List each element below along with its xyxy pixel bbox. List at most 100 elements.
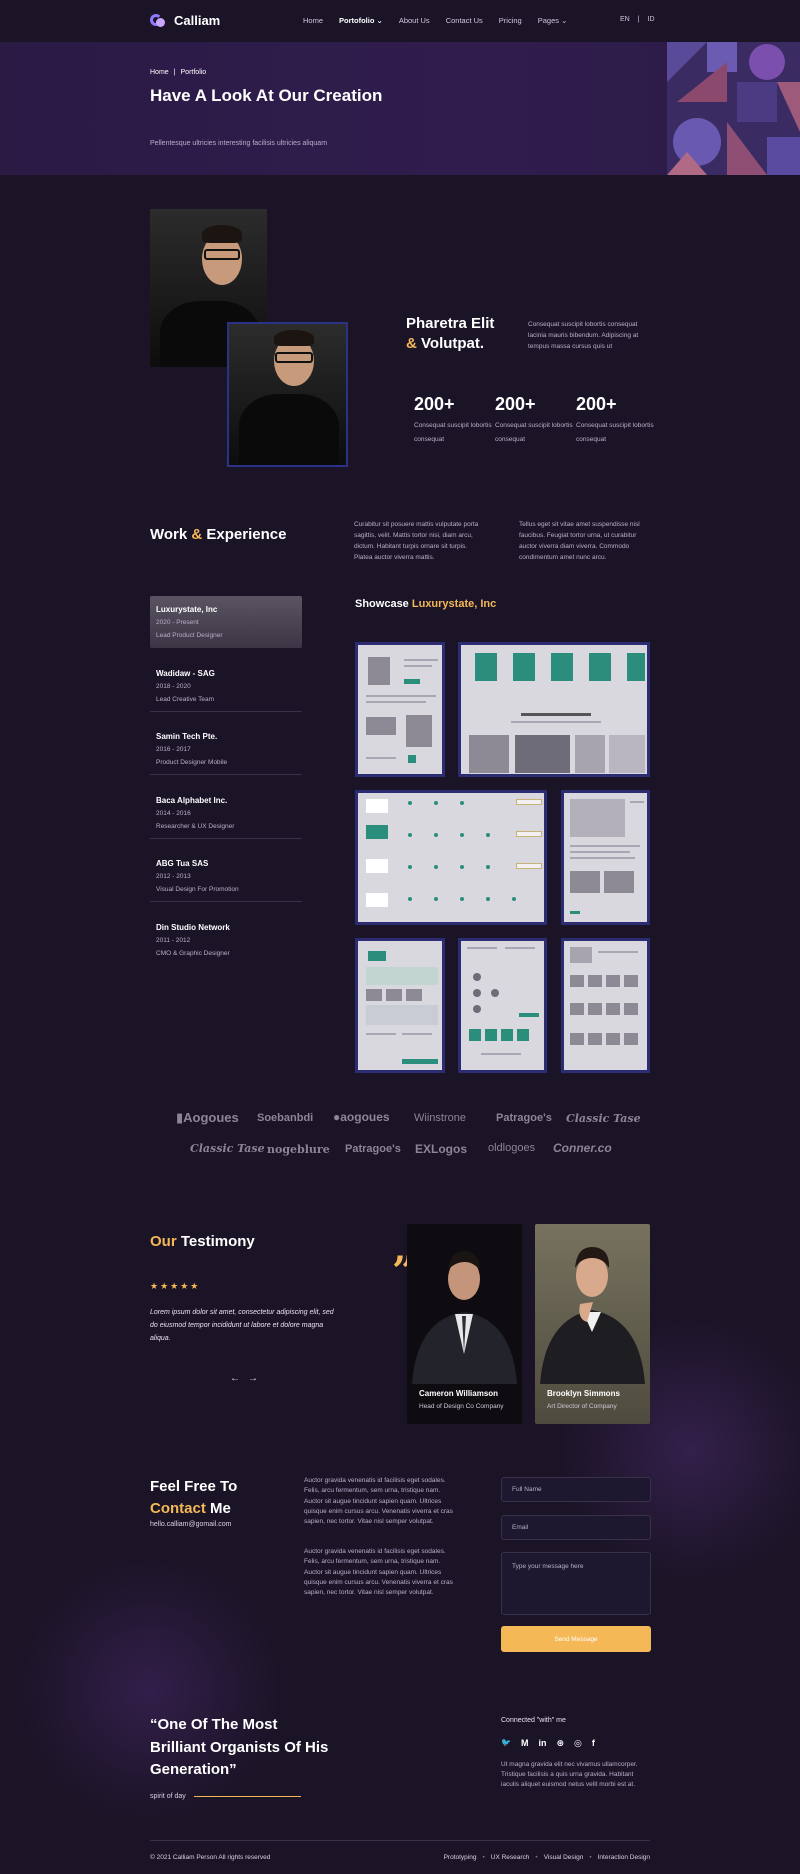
twitter-icon[interactable]: 🐦 (501, 1738, 511, 1749)
brand-logo-aogoues: ▮Aogoues (176, 1110, 239, 1125)
stat-2: 200+ Consequat suscipit lobortis consequ… (495, 394, 575, 447)
brand-logo-patragoes: Patragoe's (496, 1112, 552, 1124)
brand-logo-oldlogoes: oldlogoes (488, 1142, 536, 1154)
footer-link[interactable]: UX Research (491, 1854, 530, 1861)
brand-logo-soebanbdi: Soebanbdi (257, 1112, 314, 1124)
footer-link[interactable]: Prototyping (444, 1854, 477, 1861)
brand-logo-nogeblure: nogeblure (267, 1143, 330, 1156)
medium-icon[interactable]: M (521, 1738, 529, 1749)
nav-item-pages-label: Pages (537, 16, 560, 25)
quote-source: spirit of day (150, 1793, 301, 1800)
nav-item-pages[interactable]: Pages ⌄ (538, 16, 568, 25)
job-item[interactable]: Din Studio Network 2011 - 2012 CMO & Gra… (150, 914, 302, 966)
nav-item-home[interactable]: Home (303, 16, 323, 25)
top-nav: Calliam Home Portofolio ⌄ About Us Conta… (0, 0, 800, 42)
job-role: Product Designer Mobile (156, 759, 228, 766)
job-item[interactable]: Samin Tech Pte. 2016 - 2017 Product Desi… (150, 723, 302, 775)
nav-item-contact[interactable]: Contact Us (446, 16, 483, 25)
job-item[interactable]: Wadidaw - SAG 2018 - 2020 Lead Creative … (150, 660, 302, 712)
showcase-tile[interactable] (561, 938, 650, 1073)
job-years: 2011 - 2012 (156, 937, 191, 944)
testimony-card-2[interactable]: Brooklyn Simmons Art Director of Company (535, 1224, 650, 1424)
divider-line (193, 1796, 301, 1797)
hero-banner: Home | Portfolio Have A Look At Our Crea… (0, 42, 800, 175)
contact-email[interactable]: hello.calliam@gomail.com (150, 1521, 231, 1528)
lang-separator: | (637, 16, 640, 23)
person-photo (540, 1246, 645, 1384)
lang-id[interactable]: ID (648, 16, 655, 23)
showcase-company: Luxurystate, Inc (411, 598, 497, 610)
job-item[interactable]: Baca Alphabet Inc. 2014 - 2016 Researche… (150, 787, 302, 839)
contact-title-accent: Contact (150, 1500, 206, 1517)
job-company: ABG Tua SAS (156, 859, 209, 868)
geometric-pattern (667, 42, 800, 175)
brand-logo-wiinstrone: Wiinstrone (414, 1112, 466, 1124)
showcase-tile[interactable] (355, 642, 445, 777)
nav-item-portofolio-label: Portofolio (339, 16, 375, 25)
footer-links: Prototyping • UX Research • Visual Desig… (444, 1854, 650, 1861)
footer-link[interactable]: Visual Design (544, 1854, 584, 1861)
contact-title-2: Me (210, 1500, 231, 1517)
work-paragraph-2: Tellus eget sit vitae amet suspendisse n… (519, 521, 640, 561)
showcase-tile[interactable] (458, 938, 547, 1073)
chevron-down-icon: ⌄ (376, 16, 383, 25)
send-message-button[interactable]: Send Message (501, 1626, 651, 1652)
arrow-left-icon[interactable]: ← (230, 1373, 240, 1384)
job-role: Researcher & UX Designer (156, 823, 235, 830)
person-name: Brooklyn Simmons (547, 1389, 620, 1398)
testimony-quote: Lorem ipsum dolor sit amet, consectetur … (150, 1309, 334, 1342)
job-item[interactable]: ABG Tua SAS 2012 - 2013 Visual Design Fo… (150, 850, 302, 902)
nav-item-about[interactable]: About Us (399, 16, 430, 25)
job-role: CMO & Graphic Designer (156, 950, 230, 957)
job-company: Luxurystate, Inc (156, 605, 218, 614)
showcase-tile[interactable] (458, 642, 650, 777)
job-years: 2012 - 2013 (156, 873, 191, 880)
facebook-icon[interactable]: f (592, 1738, 595, 1749)
showcase-tile[interactable] (355, 938, 445, 1073)
showcase-tile[interactable] (561, 790, 650, 925)
stat-3: 200+ Consequat suscipit lobortis consequ… (576, 394, 656, 447)
testimony-title-2: Testimony (180, 1233, 255, 1250)
job-item[interactable]: Luxurystate, Inc 2020 - Present Lead Pro… (150, 596, 302, 648)
job-company: Din Studio Network (156, 923, 230, 932)
showcase-title: Showcase Luxurystate, Inc (355, 598, 496, 610)
stat-number: 200+ (495, 394, 536, 414)
nav-item-portofolio[interactable]: Portofolio ⌄ (339, 16, 383, 25)
footer-separator: • (589, 1854, 592, 1861)
contact-paragraph-1: Auctor gravida venenatis id facilisis eg… (304, 1477, 453, 1526)
work-paragraph-1: Curabitur sit posuere mattis vulputate p… (354, 521, 479, 561)
job-company: Baca Alphabet Inc. (156, 796, 228, 805)
linkedin-icon[interactable]: in (538, 1738, 546, 1749)
contact-title: Feel Free To Contact Me (150, 1476, 237, 1520)
nav-item-pricing[interactable]: Pricing (499, 16, 522, 25)
breadcrumb: Home | Portfolio (150, 69, 206, 76)
showcase-tile[interactable] (355, 790, 547, 925)
job-company: Samin Tech Pte. (156, 732, 218, 741)
testimony-title-1: Our (150, 1233, 177, 1250)
footer-link[interactable]: Interaction Design (598, 1854, 650, 1861)
instagram-icon[interactable]: ◎ (574, 1738, 582, 1749)
full-name-input[interactable] (501, 1477, 651, 1502)
footer-separator: • (535, 1854, 538, 1861)
job-role: Lead Creative Team (156, 696, 215, 703)
footer-divider (150, 1840, 650, 1841)
social-links: 🐦 M in ⊛ ◎ f (501, 1738, 595, 1749)
contact-title-1: Feel Free To (150, 1478, 238, 1495)
arrow-right-icon[interactable]: → (248, 1373, 258, 1384)
main-menu: Home Portofolio ⌄ About Us Contact Us Pr… (303, 16, 567, 25)
stat-label: Consequat suscipit lobortis consequat (414, 422, 492, 443)
breadcrumb-current: Portfolio (180, 69, 207, 76)
testimony-card-1[interactable]: Cameron Williamson Head of Design Co Com… (407, 1224, 522, 1424)
job-company: Wadidaw - SAG (156, 669, 215, 678)
dribbble-icon[interactable]: ⊛ (556, 1738, 564, 1749)
stat-1: 200+ Consequat suscipit lobortis consequ… (414, 394, 494, 447)
brand-logo-exlogos: EXLogos (415, 1142, 468, 1156)
brand-logo[interactable]: Calliam (150, 12, 220, 28)
lang-en[interactable]: EN (620, 16, 630, 23)
featured-quote: “One Of The Most Brilliant Organists Of … (150, 1716, 329, 1778)
breadcrumb-home[interactable]: Home (150, 69, 169, 76)
email-input[interactable] (501, 1515, 651, 1540)
job-years: 2016 - 2017 (156, 746, 191, 753)
contact-paragraph-2: Auctor gravida venenatis id facilisis eg… (304, 1548, 453, 1597)
message-textarea[interactable] (501, 1552, 651, 1615)
